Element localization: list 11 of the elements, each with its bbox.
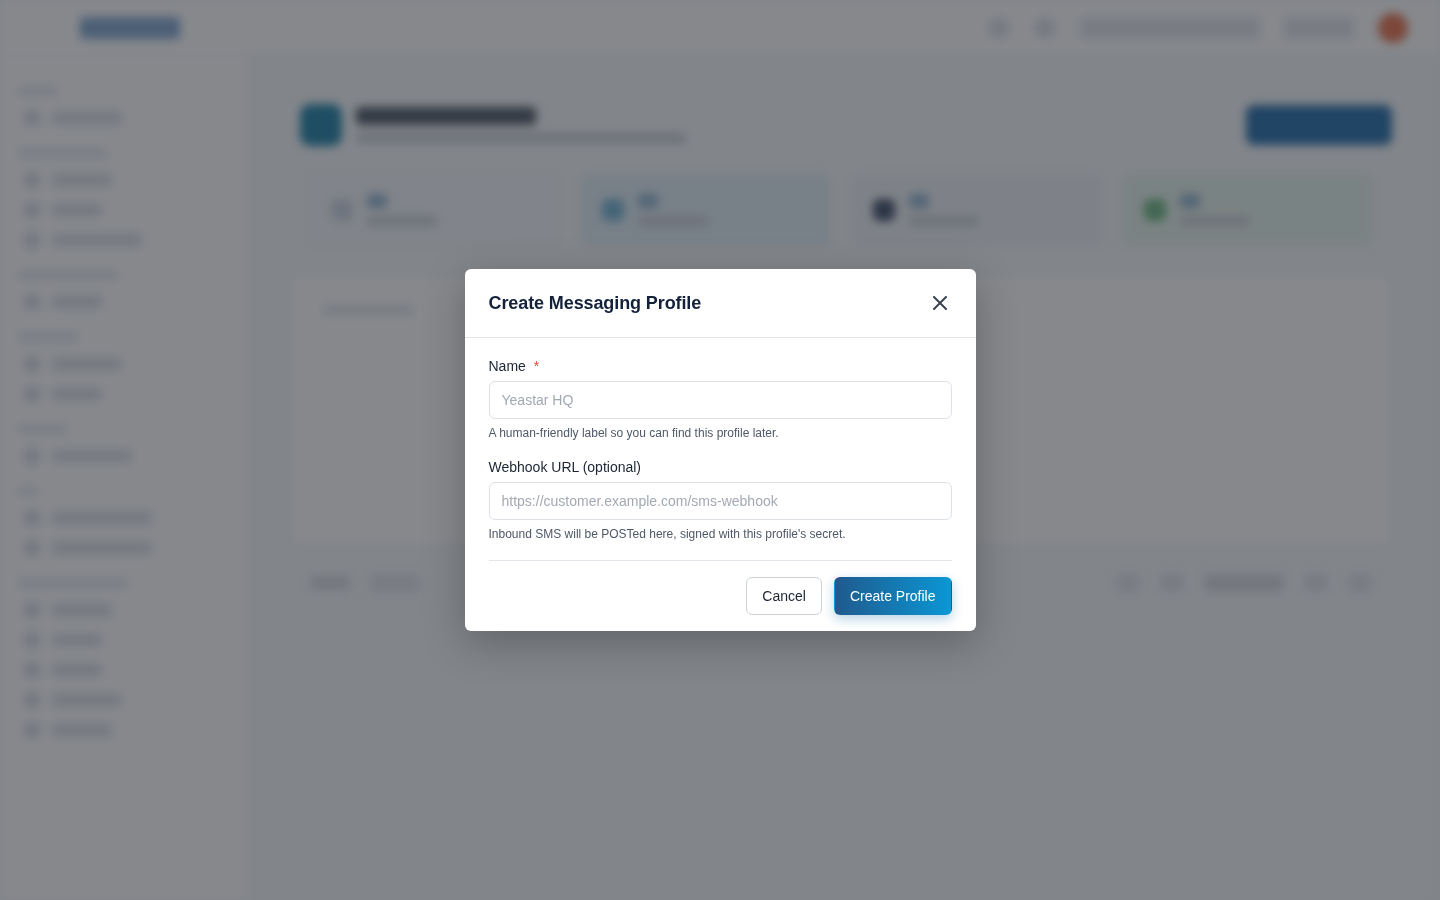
text-input-field[interactable]: https://customer.example.com/sms-webhook bbox=[488, 482, 952, 520]
required-marker: * bbox=[533, 357, 540, 376]
field-label: Name bbox=[488, 357, 526, 376]
dialog-title: Create Messaging Profile bbox=[488, 292, 702, 314]
help-text: Inbound SMS will be POSTed here, signed with this profile's secret. bbox=[488, 526, 847, 542]
help-text: A human-friendly label so you can find this profile later. bbox=[488, 425, 780, 441]
close-icon bbox=[932, 296, 947, 310]
create-button[interactable]: Create Profile bbox=[833, 577, 952, 615]
field-label: Webhook URL (optional) bbox=[488, 458, 642, 477]
cancel-button[interactable]: Cancel bbox=[746, 577, 822, 615]
text-input-field[interactable]: Yeastar HQ bbox=[488, 381, 952, 419]
